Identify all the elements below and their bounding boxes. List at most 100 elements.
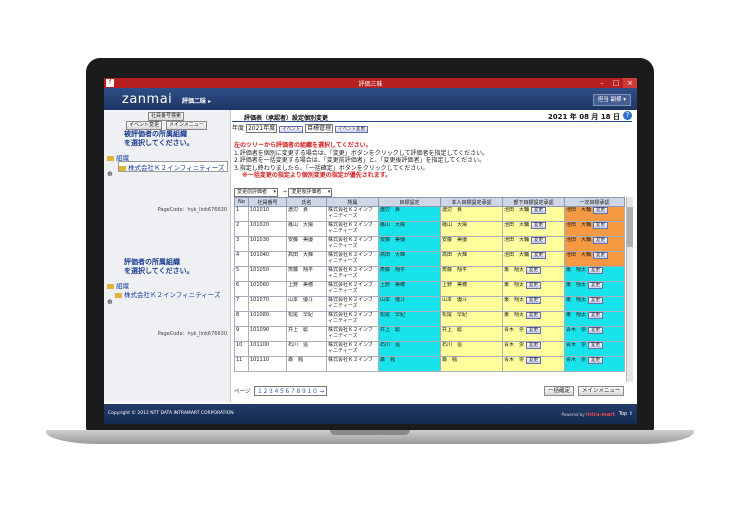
column-header: 所属	[326, 197, 379, 207]
change-button[interactable]: 変更	[531, 252, 547, 259]
pager: ページ １２３４５６７８９１０ →	[234, 386, 327, 396]
year-label: 年度	[232, 125, 245, 132]
event-change-tab-button[interactable]: イベント変更	[335, 126, 368, 133]
table-row: 11 101110 森 楓株式会社Ｋ２インフ森 楓森 楓青木 崇変更 青木 崇変更	[234, 356, 625, 372]
change-button[interactable]: 変更	[593, 252, 609, 259]
change-button[interactable]: 変更	[588, 312, 604, 319]
close-icon[interactable]: ×	[623, 78, 637, 88]
cell-c6: 東 翔太 変更	[502, 281, 565, 297]
cell-c5: 石川 遥	[440, 341, 503, 357]
minimize-icon[interactable]: –	[595, 78, 609, 88]
change-button[interactable]: 変更	[526, 267, 542, 274]
change-button[interactable]: 変更	[531, 237, 547, 244]
change-button[interactable]: 変更	[531, 207, 547, 214]
main-menu-button[interactable]: メインメニュー	[578, 386, 625, 396]
cell-text: 池田 大輔	[504, 222, 530, 229]
cell-c6: 東 翔太 変更	[502, 311, 565, 327]
target-select[interactable]: 目標管理	[305, 124, 334, 133]
tree-node-evaluator[interactable]: 株式会社Ｋ２インフィニティーズ	[115, 289, 220, 299]
pager-links[interactable]: １２３４５６７８９１０ →	[254, 386, 327, 396]
change-button[interactable]: 変更	[588, 297, 604, 304]
main-menu-button-left[interactable]: メインメニュー	[166, 121, 207, 130]
cell-no: 6	[234, 281, 249, 297]
bulk-confirm-button[interactable]: 一括確定	[544, 386, 575, 396]
before-evaluator-select[interactable]: 変更前評価者	[234, 188, 279, 197]
cell-text: 青木 崇	[504, 357, 525, 364]
cell-dept: 株式会社Ｋ２インフ ィニティーズ	[326, 266, 379, 282]
scrollbar-thumb[interactable]	[627, 207, 633, 247]
change-button[interactable]: 変更	[526, 312, 542, 319]
cell-text: ィニティーズ	[328, 213, 358, 219]
cell-id: 101090	[248, 326, 287, 342]
change-button[interactable]: 変更	[526, 297, 542, 304]
column-header: 社員番号	[248, 197, 287, 207]
change-button[interactable]: 変更	[588, 327, 604, 334]
change-button[interactable]: 変更	[588, 282, 604, 289]
change-button[interactable]: 変更	[526, 342, 542, 349]
cell-text: 101030	[250, 237, 270, 244]
cell-dept: 株式会社Ｋ２インフ ィニティーズ	[326, 326, 379, 342]
footer: Copyright © 2012 NTT DATA INTRAMART CORP…	[104, 404, 637, 424]
instructions: 左のツリーから評価者の組織を選択してください。 1.評価者を個別に変更する場合は…	[234, 142, 634, 180]
change-button[interactable]: 変更	[526, 327, 542, 334]
change-button[interactable]: 変更	[593, 237, 609, 244]
evaluator-heading: 評価者の所属組織	[124, 258, 180, 266]
event-change-button[interactable]: イベント変更	[126, 121, 163, 130]
table-row: 1 101010 渡辺 貴株式会社Ｋ２インフ ィニティーズ 渡辺 貴渡辺 貴池田 大輔変…	[234, 206, 625, 222]
cell-text: 渡辺 貴	[442, 207, 463, 214]
cell-name: 松尾 早紀	[286, 311, 327, 327]
cell-id: 101100	[248, 341, 287, 357]
tree-node-evaluatee[interactable]: 株式会社Ｋ２インフィニティーズ	[118, 161, 228, 172]
year-select[interactable]: 2021年度	[245, 124, 278, 133]
expand-icon[interactable]: ⊕	[107, 170, 113, 178]
cell-text: 上野 美穂	[288, 282, 314, 289]
cell-no: 2	[234, 221, 249, 237]
change-button[interactable]: 変更	[588, 342, 604, 349]
cell-c4: 井上 聡	[378, 326, 441, 342]
system-menu[interactable]: 評価二昧 ▸	[182, 96, 211, 105]
change-button[interactable]: 変更	[526, 357, 542, 364]
cell-name: 渡辺 貴	[286, 206, 327, 222]
cell-text: 青木 崇	[504, 342, 525, 349]
cell-no: 5	[234, 266, 249, 282]
table-scrollbar[interactable]	[626, 197, 633, 382]
cell-text: 101040	[250, 252, 270, 259]
cell-text: 篠山 大陽	[288, 222, 314, 229]
change-button[interactable]: 変更	[593, 207, 609, 214]
employee-search-button[interactable]: 社員番号検索	[148, 112, 185, 121]
cell-text: ィニティーズ	[328, 303, 358, 309]
table-row: 10 101100 石川 遥株式会社Ｋ２インフ ィニティーズ 石川 遥石川 遥青木 崇変…	[234, 341, 625, 357]
expand-icon[interactable]: ⊕	[107, 298, 113, 306]
cell-no: 7	[234, 296, 249, 312]
cell-text: 4	[236, 252, 240, 259]
evaluator-heading-sub: を選択してください。	[124, 267, 194, 275]
main-panel: 評価表（承認者）設定個別変更 2021 年 08 月 18 日 ? 年度 202…	[232, 110, 637, 402]
evaluatee-heading-sub: を選択してください。	[124, 139, 194, 147]
cell-text: 上野 美穂	[442, 282, 468, 289]
top-link[interactable]: Top ⇧	[619, 411, 633, 417]
current-date: 2021 年 08 月 18 日	[547, 113, 620, 121]
cell-text: ィニティーズ	[328, 228, 358, 234]
column-header: 本人目標設定承認	[440, 197, 503, 207]
user-menu-button[interactable]: 担当 副様 ▾	[592, 94, 631, 106]
table-row: 2 101020 篠山 大陽 株式会社Ｋ２インフ ィニティーズ 篠山 大陽 篠山 大陽 池田 …	[234, 221, 625, 237]
table-row: 7 101070 山本 優斗 株式会社Ｋ２インフ ィニティーズ 山本 優斗 山本 優斗東 翔…	[234, 296, 625, 312]
tab-event[interactable]: イベント	[279, 126, 304, 133]
change-button[interactable]: 変更	[588, 357, 604, 364]
change-button[interactable]: 変更	[531, 222, 547, 229]
change-button[interactable]: 変更	[588, 267, 604, 274]
cell-text: 東 翔太	[504, 312, 525, 319]
left-panel: 社員番号検索 イベント変更 メインメニュー 被評価者の所属組織 を選択してくださ…	[104, 110, 231, 402]
cell-text: 101090	[250, 327, 270, 334]
column-header: 目標設定	[378, 197, 441, 207]
after-evaluator-select[interactable]: 変更後評価者	[288, 188, 333, 197]
cell-text: 青木 崇	[566, 327, 587, 334]
cell-no: 11	[234, 356, 249, 372]
change-button[interactable]: 変更	[526, 282, 542, 289]
change-button[interactable]: 変更	[593, 222, 609, 229]
cell-c7: 池田 大輔 変更	[564, 206, 625, 222]
cell-text: 東 翔太	[504, 267, 525, 274]
maximize-icon[interactable]: □	[609, 78, 623, 88]
help-icon[interactable]: ?	[623, 111, 632, 120]
cell-text: 森 楓	[288, 357, 304, 364]
